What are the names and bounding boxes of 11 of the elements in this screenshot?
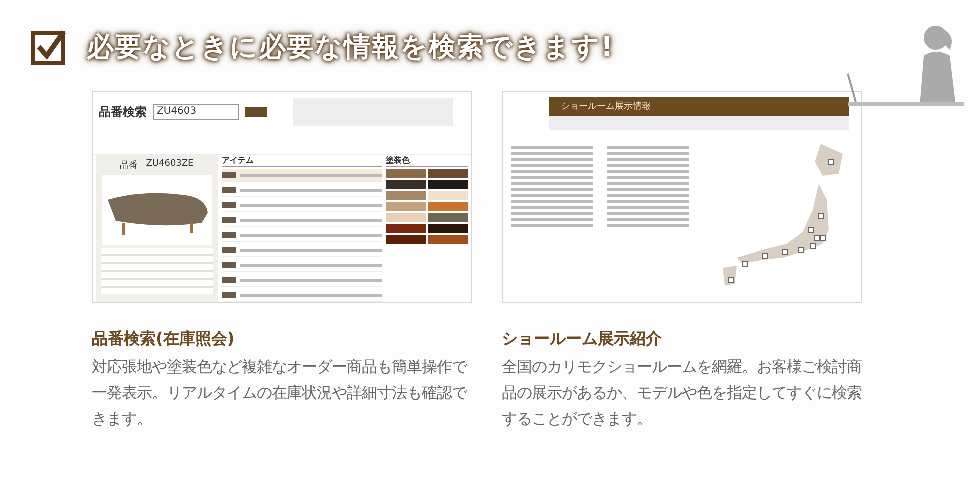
headline: 必要なときに必要な情報を検索できます! (87, 29, 614, 65)
feature-description: 対応張地や塗装色など複雑なオーダー商品も簡単操作で一発表示。リアルタイムの在庫状況や詳細寸法も確認できます。 (92, 357, 468, 430)
feature-title: 品番検索(在庫照会) (92, 329, 236, 350)
product-code: ZU4603ZE (146, 159, 194, 171)
feature-title: ショールーム展示紹介 (502, 329, 663, 350)
search-label: 品番検索 (99, 104, 147, 120)
product-label: 品番 (120, 160, 138, 172)
showroom-header: ショールーム展示情報 (549, 97, 849, 116)
paint-heading: 塗装色 (386, 155, 468, 167)
feature-description: 全国のカリモクショールームを網羅。お客様ご検討商品の展示があるか、モデルや色を指定してすぐに検索することができます。 (502, 357, 862, 430)
items-heading: アイテム (222, 155, 382, 167)
